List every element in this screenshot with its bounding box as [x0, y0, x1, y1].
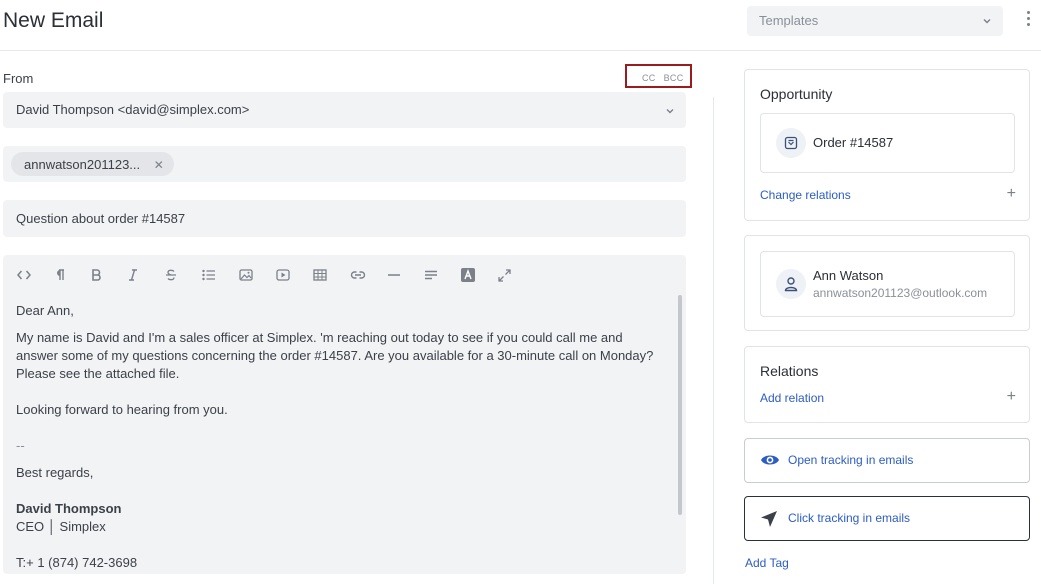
from-select[interactable]: David Thompson <david@simplex.com> — [3, 92, 686, 128]
align-icon[interactable] — [423, 266, 460, 284]
italic-icon[interactable] — [127, 266, 164, 284]
open-tracking-label: Open tracking in emails — [788, 453, 914, 467]
link-icon[interactable] — [349, 266, 386, 284]
add-tag-link[interactable]: Add Tag — [745, 556, 789, 570]
relations-title: Relations — [760, 363, 819, 379]
body-greeting: Dear Ann, — [16, 303, 74, 318]
cc-button[interactable]: CC — [642, 73, 656, 83]
click-tracking-label: Click tracking in emails — [788, 511, 911, 525]
body-closing: Best regards, — [16, 465, 94, 480]
templates-dropdown[interactable]: Templates — [747, 6, 1003, 36]
contact-email: annwatson201123@outlook.com — [813, 286, 988, 300]
text-color-icon[interactable] — [460, 266, 497, 284]
opportunity-item[interactable]: Order #14587 — [760, 113, 1015, 173]
change-relations-link[interactable]: Change relations — [760, 188, 851, 202]
eye-icon — [760, 452, 780, 471]
bcc-button[interactable]: BCC — [664, 73, 684, 83]
paragraph-icon[interactable] — [53, 266, 90, 284]
bold-icon[interactable] — [90, 266, 127, 284]
page-title: New Email — [3, 9, 104, 32]
plus-icon[interactable]: + — [1007, 185, 1016, 203]
open-tracking-button[interactable]: Open tracking in emails — [744, 438, 1030, 483]
strikethrough-icon[interactable] — [164, 266, 201, 284]
email-body-text[interactable]: Dear Ann, My name is David and I'm a sal… — [16, 302, 664, 572]
chevron-down-icon — [982, 14, 992, 29]
video-icon[interactable] — [275, 266, 312, 284]
user-icon — [776, 269, 806, 299]
fullscreen-icon[interactable] — [497, 266, 534, 284]
image-icon[interactable] — [238, 266, 275, 284]
header-bar: New Email Templates — [0, 0, 1041, 51]
subject-input[interactable]: Question about order #14587 — [3, 200, 686, 237]
more-options-icon[interactable] — [1022, 11, 1034, 31]
contact-name: Ann Watson — [813, 268, 884, 283]
signature-phone: T:+ 1 (874) 742-3698 — [16, 555, 138, 570]
bullet-list-icon[interactable] — [201, 266, 238, 284]
chevron-down-icon — [665, 104, 675, 119]
close-icon[interactable]: ✕ — [154, 158, 164, 172]
contact-card: Ann Watson annwatson201123@outlook.com — [744, 235, 1030, 331]
editor-scrollbar[interactable] — [678, 295, 682, 515]
table-icon[interactable] — [312, 266, 349, 284]
recipient-chip-label: annwatson201123... — [24, 157, 141, 172]
click-tracking-button[interactable]: Click tracking in emails — [744, 496, 1030, 541]
body-paragraph: Looking forward to hearing from you. — [16, 402, 228, 417]
subject-value: Question about order #14587 — [16, 211, 186, 226]
editor-toolbar — [16, 266, 534, 284]
relations-card: Relations Add relation + — [744, 346, 1030, 423]
to-field[interactable]: annwatson201123... ✕ — [3, 146, 686, 182]
code-icon[interactable] — [16, 266, 53, 284]
body-paragraph: My name is David and I'm a sales officer… — [16, 330, 654, 381]
from-label: From — [3, 71, 34, 86]
signature-name: David Thompson — [16, 501, 122, 516]
email-body-editor[interactable]: Dear Ann, My name is David and I'm a sal… — [3, 255, 686, 574]
from-value: David Thompson <david@simplex.com> — [16, 102, 250, 117]
add-relation-link[interactable]: Add relation — [760, 391, 824, 405]
recipient-chip: annwatson201123... ✕ — [11, 152, 174, 176]
plus-icon[interactable]: + — [1007, 388, 1016, 406]
contact-item[interactable]: Ann Watson annwatson201123@outlook.com — [760, 251, 1015, 317]
order-icon — [776, 128, 806, 158]
opportunity-item-label: Order #14587 — [813, 135, 894, 150]
opportunity-card: Opportunity Order #14587 Change relation… — [744, 69, 1030, 221]
signature-title: CEO │ Simplex — [16, 519, 106, 534]
templates-placeholder: Templates — [759, 13, 819, 28]
panel-divider — [713, 97, 714, 584]
body-separator: -- — [16, 438, 25, 453]
cc-bcc-toggle: CC BCC — [625, 64, 692, 88]
opportunity-title: Opportunity — [760, 86, 833, 102]
navigation-arrow-icon — [760, 510, 778, 531]
horizontal-rule-icon[interactable] — [386, 266, 423, 284]
